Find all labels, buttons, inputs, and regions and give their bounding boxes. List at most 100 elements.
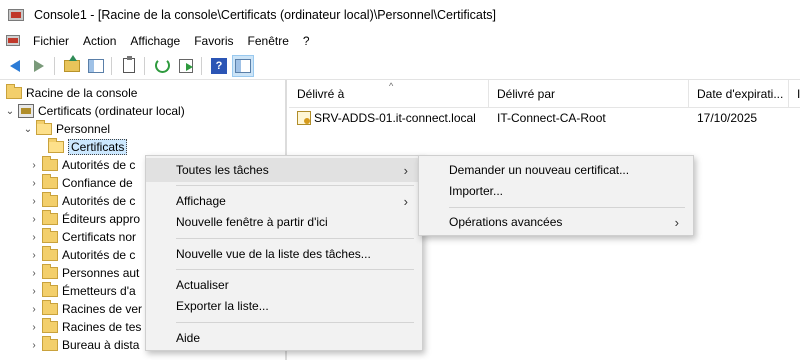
menu-item-label: Exporter la liste... (176, 299, 269, 313)
menu-item-nouvelle-fenetre[interactable]: Nouvelle fenêtre à partir d'ici (146, 210, 422, 234)
chevron-right-icon[interactable]: › (28, 214, 40, 225)
menu-bar: Fichier Action Affichage Favoris Fenêtre… (0, 30, 800, 52)
menu-action[interactable]: Action (76, 34, 123, 48)
menu-item-label: Actualiser (176, 278, 229, 292)
menu-item-importer[interactable]: Importer... (419, 179, 693, 203)
back-icon (10, 59, 20, 72)
menu-item-label: Nouvelle fenêtre à partir d'ici (176, 215, 328, 229)
menu-item-nouvelle-vue-taches[interactable]: Nouvelle vue de la liste des tâches... (146, 242, 422, 266)
chevron-down-icon[interactable]: ⌄ (4, 106, 16, 117)
tree-label: Confiance de (62, 176, 133, 190)
menu-fichier[interactable]: Fichier (26, 34, 76, 48)
mmc-app-icon[interactable] (8, 7, 26, 23)
chevron-right-icon[interactable]: › (28, 160, 40, 171)
tree-node-child[interactable]: › Bureau à dista (28, 336, 139, 354)
toolbar: ? (0, 52, 800, 80)
help-button[interactable]: ? (208, 55, 230, 77)
menu-item-label: Affichage (176, 194, 226, 208)
toolbar-separator (144, 56, 145, 75)
chevron-right-icon[interactable]: › (28, 178, 40, 189)
tree-node-child[interactable]: › Éditeurs appro (28, 210, 140, 228)
tree-node-certificats[interactable]: Certificats (46, 138, 128, 156)
menu-separator (176, 269, 414, 270)
forward-icon (34, 59, 44, 72)
tree-label: Certificats nor (62, 230, 137, 244)
menu-fenetre[interactable]: Fenêtre (241, 34, 296, 48)
menu-separator (176, 185, 414, 186)
tree-node-child[interactable]: › Autorités de c (28, 192, 135, 210)
chevron-right-icon[interactable]: › (28, 232, 40, 243)
menu-item-operations-avancees[interactable]: Opérations avancées › (419, 210, 693, 234)
properties-icon (123, 56, 135, 73)
column-header-issued-to[interactable]: Délivré à (289, 80, 489, 108)
tree-node-child[interactable]: › Racines de ver (28, 300, 142, 318)
up-folder-icon (64, 54, 80, 72)
folder-icon (42, 174, 58, 189)
tree-node-child[interactable]: › Personnes aut (28, 264, 139, 282)
folder-icon (42, 336, 58, 351)
folder-icon (42, 228, 58, 243)
chevron-right-icon[interactable]: › (28, 304, 40, 315)
tree-label: Autorités de c (62, 158, 136, 172)
chevron-down-icon[interactable]: ⌄ (22, 124, 34, 135)
menu-favoris[interactable]: Favoris (187, 34, 240, 48)
folder-icon (42, 282, 58, 297)
tree-node-personnel[interactable]: ⌄ Personnel (22, 120, 110, 138)
tree-node-certificats-local[interactable]: ⌄ Certificats (ordinateur local) (4, 102, 185, 120)
tree-label: Personnes aut (62, 266, 140, 280)
menu-separator (176, 322, 414, 323)
show-hide-tree-icon (88, 58, 104, 73)
show-hide-tree-button[interactable] (85, 55, 107, 77)
folder-icon (6, 84, 22, 99)
tree-node-child[interactable]: › Confiance de (28, 174, 133, 192)
tree-label: Racines de ver (62, 302, 143, 316)
up-one-level-button[interactable] (61, 54, 83, 77)
menu-item-label: Aide (176, 331, 201, 345)
tree-label-selected: Certificats (68, 139, 128, 155)
tree-label: Racine de la console (26, 86, 138, 100)
chevron-right-icon[interactable]: › (28, 196, 40, 207)
folder-icon (42, 156, 58, 171)
certificate-icon (297, 111, 311, 125)
tree-label: Certificats (ordinateur local) (38, 104, 185, 118)
column-header-issued-by[interactable]: Délivré par (489, 80, 689, 108)
tree-node-child[interactable]: › Émetteurs d'a (28, 282, 136, 300)
system-menu-icon[interactable] (6, 34, 22, 48)
menu-help[interactable]: ? (296, 34, 317, 48)
folder-open-icon (48, 138, 64, 153)
submenu-toutes-les-taches: Demander un nouveau certificat... Import… (418, 155, 694, 236)
tree-node-child[interactable]: › Certificats nor (28, 228, 136, 246)
properties-button[interactable] (118, 55, 140, 77)
tree-node-child[interactable]: › Autorités de c (28, 156, 135, 174)
menu-separator (449, 207, 685, 208)
toolbar-separator (111, 56, 112, 75)
tree-node-child[interactable]: › Autorités de c (28, 246, 135, 264)
folder-icon (42, 192, 58, 207)
submenu-arrow-icon: › (674, 214, 679, 230)
refresh-icon (154, 58, 170, 73)
forward-button[interactable] (28, 55, 50, 77)
export-list-button[interactable] (175, 55, 197, 77)
chevron-right-icon[interactable]: › (28, 340, 40, 351)
chevron-right-icon[interactable]: › (28, 250, 40, 261)
menu-affichage[interactable]: Affichage (123, 34, 187, 48)
show-hide-action-pane-button[interactable] (232, 54, 254, 77)
chevron-right-icon[interactable]: › (28, 322, 40, 333)
tree-node-child[interactable]: › Racines de tes (28, 318, 141, 336)
refresh-button[interactable] (151, 55, 173, 77)
column-header-more[interactable]: I (789, 80, 800, 108)
menu-item-toutes-les-taches[interactable]: Toutes les tâches › (146, 158, 422, 182)
certificate-store-icon (18, 104, 34, 118)
tree-label: Bureau à dista (62, 338, 140, 352)
tree-node-root[interactable]: Racine de la console (4, 84, 137, 102)
menu-item-aide[interactable]: Aide (146, 326, 422, 350)
cell-text: SRV-ADDS-01.it-connect.local (314, 111, 476, 125)
column-header-expiration[interactable]: Date d'expirati... (689, 80, 789, 108)
table-row[interactable]: SRV-ADDS-01.it-connect.local IT-Connect-… (289, 108, 800, 128)
chevron-right-icon[interactable]: › (28, 286, 40, 297)
tree-label: Racines de tes (62, 320, 142, 334)
chevron-right-icon[interactable]: › (28, 268, 40, 279)
menu-item-label: Opérations avancées (449, 215, 563, 229)
menu-item-exporter-liste[interactable]: Exporter la liste... (146, 294, 422, 318)
back-button[interactable] (4, 55, 26, 77)
